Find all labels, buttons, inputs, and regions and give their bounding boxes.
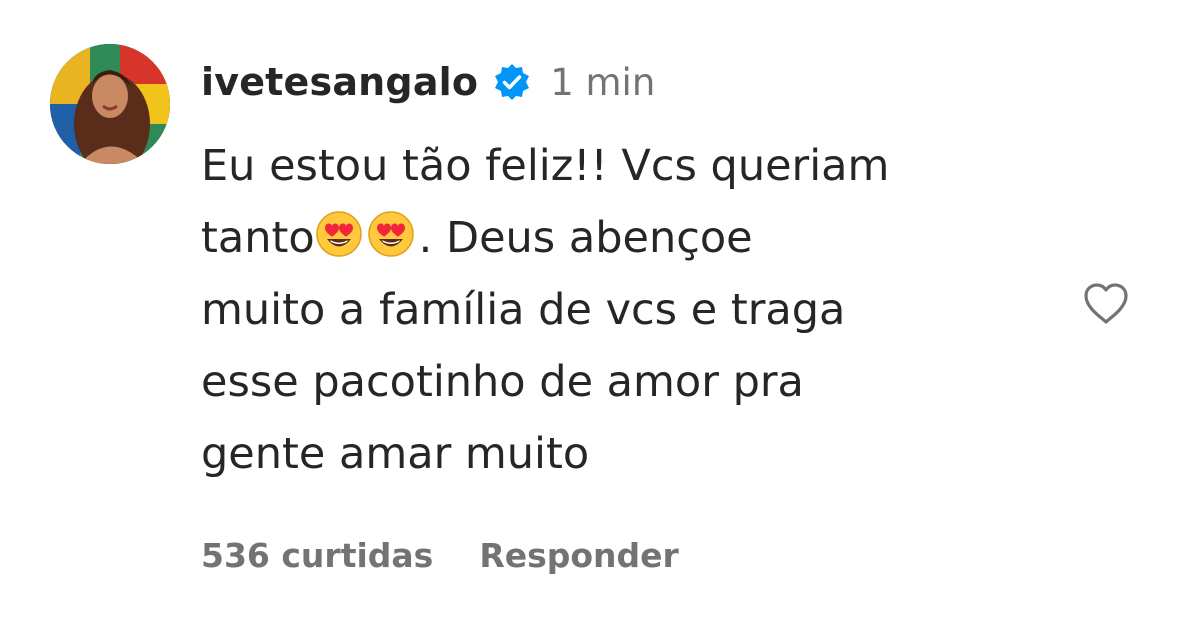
comment-footer: 536 curtidas Responder bbox=[201, 530, 679, 580]
heart-eyes-emoji-icon bbox=[315, 208, 363, 257]
comment: ivetesangalo 1 min Eu estou tão feliz!! … bbox=[0, 0, 1200, 635]
comment-text-line2-end: . Deus abençoe bbox=[418, 213, 753, 263]
avatar[interactable] bbox=[50, 44, 170, 164]
heart-outline-icon[interactable] bbox=[1080, 278, 1132, 330]
comment-text-line2-start: tanto bbox=[201, 213, 315, 263]
avatar-image bbox=[50, 44, 170, 164]
timestamp: 1 min bbox=[550, 60, 656, 104]
heart-eyes-emoji-icon bbox=[367, 208, 415, 257]
verified-badge-icon bbox=[492, 62, 532, 102]
comment-text-rest: muito a família de vcs e traga esse paco… bbox=[201, 285, 846, 479]
comment-header: ivetesangalo 1 min bbox=[201, 52, 655, 112]
comment-text-line1: Eu estou tão feliz!! Vcs queriam bbox=[201, 141, 890, 191]
username[interactable]: ivetesangalo bbox=[201, 60, 478, 104]
reply-button[interactable]: Responder bbox=[479, 536, 679, 575]
likes-count[interactable]: 536 curtidas bbox=[201, 536, 433, 575]
comment-text: Eu estou tão feliz!! Vcs queriam tanto . … bbox=[201, 130, 1041, 490]
